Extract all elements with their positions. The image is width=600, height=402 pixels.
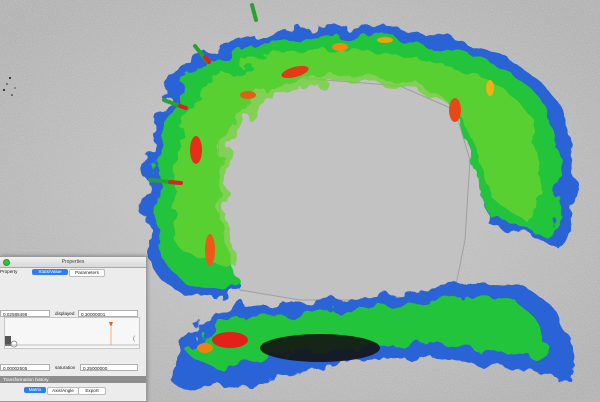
histogram[interactable]: ( [4,317,140,349]
bottom-tab-row: Matrix Axis/Angle Export [0,385,146,395]
saturation-min-field[interactable]: 0.00002505 [0,364,50,371]
tab-matrix[interactable]: Matrix [24,387,46,393]
tab-export[interactable]: Export [78,387,106,395]
tab-axis-angle[interactable]: Axis/Angle [47,387,79,395]
orange-triangle-marker-icon [109,322,113,327]
properties-panel: Properties Property Stats/Value Paramete… [0,256,147,402]
inner-rock-block [217,77,471,301]
min-value-field[interactable]: 0.02588496 [0,310,50,317]
saturation-label: saturation [55,365,76,370]
dark-cavity [260,334,380,362]
tab-property[interactable]: Property [0,269,17,274]
histogram-bar [5,336,11,346]
saturation-row: 0.00002505 saturation 0.25000000 [0,363,146,373]
c-icon: ( [133,336,135,342]
transformation-history-header[interactable]: Transformation history [0,376,146,383]
displayed-label: displayed [55,311,75,316]
displayed-value-field[interactable]: 0.30000001 [78,310,138,317]
tab-row: Property Stats/Value Parameters [0,267,146,277]
saturation-value-field[interactable]: 0.25000000 [80,364,138,371]
slider-handle-icon [10,340,18,348]
panel-title: Properties [61,259,85,265]
tab-parameters[interactable]: Parameters [69,269,105,277]
tab-stats-value[interactable]: Stats/Value [32,269,68,275]
